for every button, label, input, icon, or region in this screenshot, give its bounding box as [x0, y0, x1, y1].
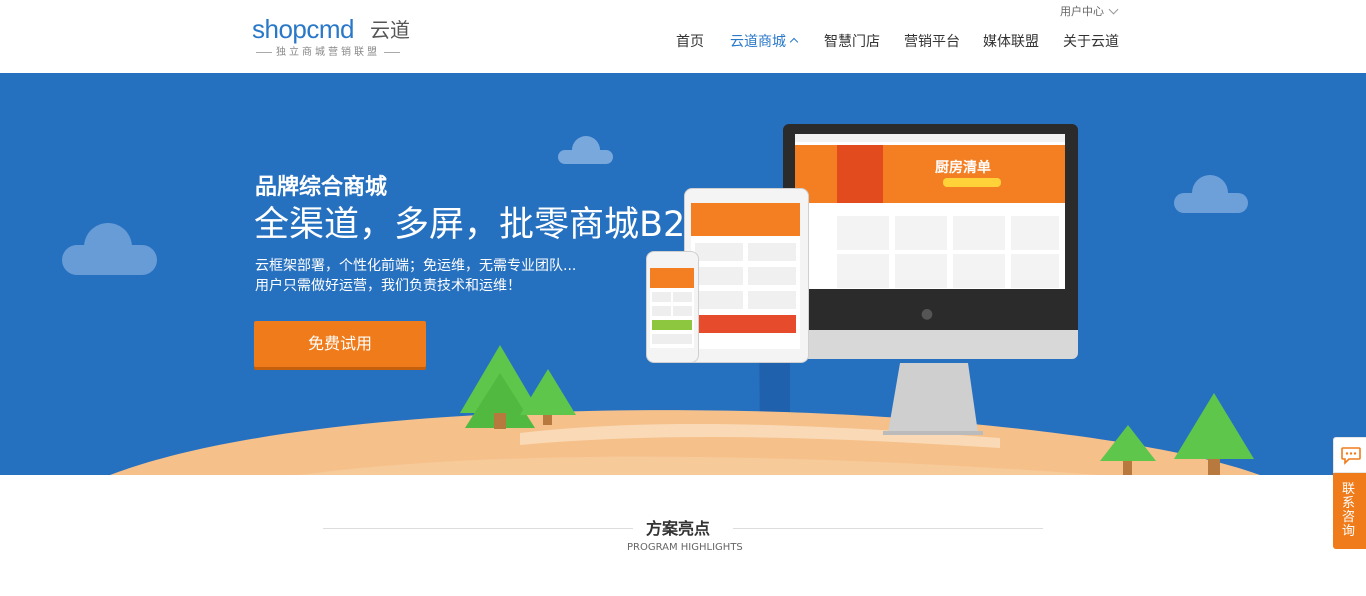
- nav-home-label: 首页: [676, 34, 704, 50]
- consult-icon-box[interactable]: [1333, 437, 1366, 473]
- chat-icon: [1341, 447, 1361, 465]
- user-center-label: 用户中心: [1060, 5, 1104, 18]
- user-center-menu[interactable]: 用户中心: [1060, 4, 1119, 19]
- nav-marketing-platform[interactable]: 营销平台: [904, 32, 960, 52]
- phone-screen-mockup: [650, 268, 694, 348]
- consult-label: 联系咨询: [1342, 482, 1356, 539]
- section-divider-right: [733, 528, 1043, 529]
- section-subtitle: PROGRAM HIGHLIGHTS: [627, 542, 743, 553]
- free-trial-button[interactable]: 免费试用: [254, 321, 426, 367]
- nav-smart-store[interactable]: 智慧门店: [824, 32, 880, 52]
- chevron-up-icon: [789, 37, 799, 47]
- desktop-screen-mockup: 厨房清单: [795, 134, 1065, 289]
- nav-media-alliance-label: 媒体联盟: [983, 34, 1039, 50]
- nav-about-label: 关于云道: [1063, 34, 1119, 50]
- monitor-chin: [783, 330, 1078, 359]
- logo-tagline: 独立商城营销联盟: [252, 46, 412, 60]
- nav-media-alliance[interactable]: 媒体联盟: [983, 32, 1039, 52]
- logo-tagline-text: 独立商城营销联盟: [276, 47, 380, 58]
- consult-float-widget[interactable]: 联系咨询: [1333, 437, 1366, 549]
- tablet-screen-mockup: [691, 203, 800, 349]
- banner-subtitle: 品牌综合商城: [255, 175, 388, 200]
- nav-home[interactable]: 首页: [676, 32, 704, 52]
- section-title: 方案亮点: [646, 519, 711, 538]
- nav-about[interactable]: 关于云道: [1063, 32, 1119, 52]
- logo-wordmark: shopcmd: [252, 14, 355, 44]
- nav-yundao-mall-label: 云道商城: [730, 34, 786, 50]
- nav-yundao-mall[interactable]: 云道商城: [730, 32, 799, 52]
- chevron-down-icon: [1108, 4, 1119, 15]
- banner-desc-line1: 云框架部署，个性化前端；免运维，无需专业团队...: [255, 258, 577, 274]
- banner-title: 全渠道，多屏，批零商城B2C: [254, 205, 710, 245]
- nav-marketing-platform-label: 营销平台: [904, 34, 960, 50]
- nav-smart-store-label: 智慧门店: [824, 34, 880, 50]
- screen-promo-text: 厨房清单: [935, 160, 991, 176]
- section-divider-left: [323, 528, 633, 529]
- logo-cn: 云道: [370, 18, 410, 42]
- apple-logo-icon: ●: [920, 306, 934, 322]
- site-logo[interactable]: shopcmd 云道 独立商城营销联盟: [252, 14, 422, 64]
- site-header: shopcmd 云道 独立商城营销联盟 用户中心 首页 云道商城 智慧门店 营销…: [0, 0, 1366, 73]
- banner-desc-line2: 用户只需做好运营，我们负责技术和运维！: [255, 278, 521, 294]
